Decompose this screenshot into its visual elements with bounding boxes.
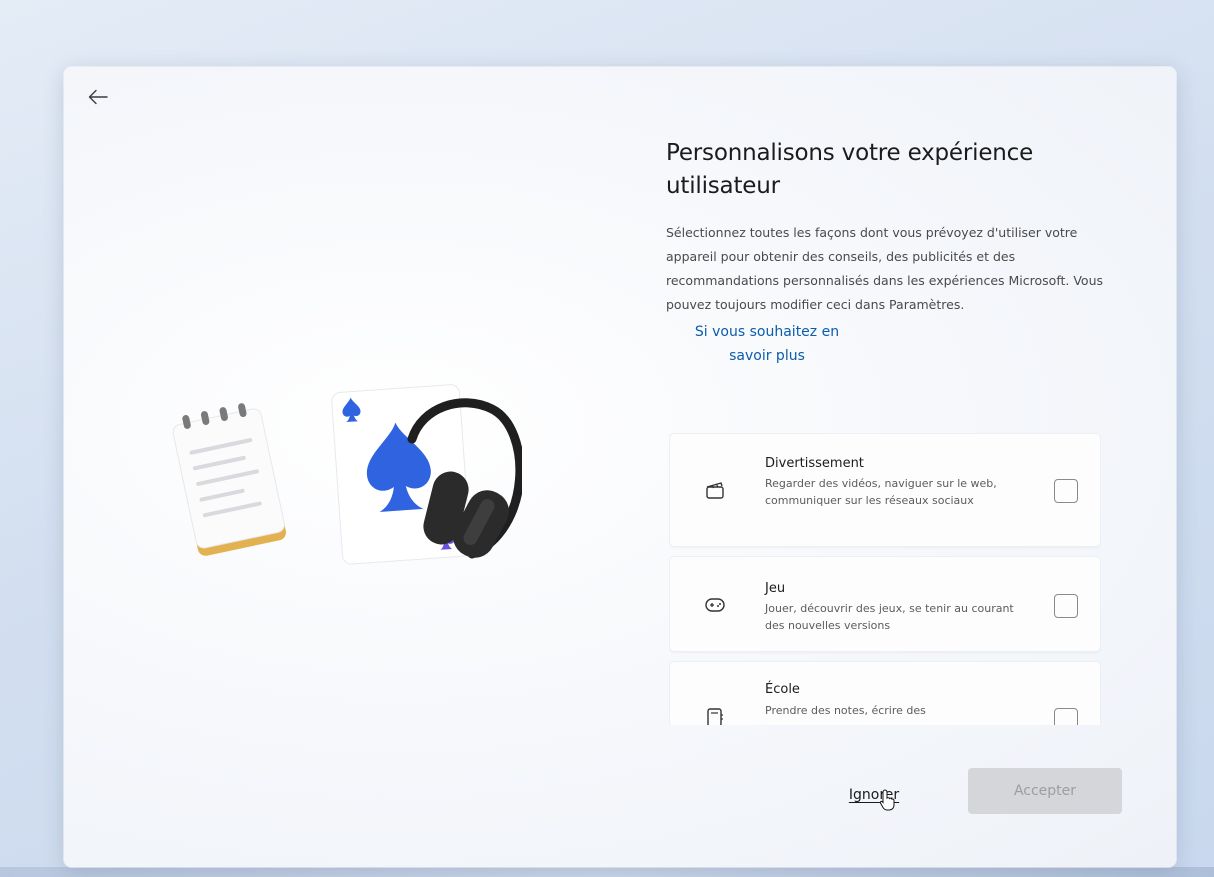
learn-more-link[interactable]: Si vous souhaitez en savoir plus [682, 320, 852, 368]
gamepad-icon [705, 598, 725, 612]
options-list[interactable]: Divertissement Regarder des vidéos, navi… [669, 433, 1101, 725]
page-title: Personnalisons votre expérience utilisat… [666, 140, 1034, 199]
accept-button[interactable]: Accepter [968, 768, 1122, 814]
arrow-left-icon [88, 89, 108, 105]
illustration [172, 384, 522, 565]
option-checkbox-gaming[interactable] [1054, 594, 1078, 618]
page-description: Sélectionnez toutes les façons dont vous… [666, 225, 1104, 312]
content-panel: Personnalisons votre expérience utilisat… [666, 137, 1136, 368]
skip-button[interactable]: Ignorer [834, 781, 914, 809]
notepad-icon [172, 403, 287, 556]
option-description: Prendre des notes, écrire des [765, 704, 926, 717]
option-description: Regarder des vidéos, naviguer sur le web… [765, 477, 997, 507]
desktop-background-strip [0, 867, 1214, 877]
option-title: École [765, 682, 800, 697]
option-description: Jouer, découvrir des jeux, se tenir au c… [765, 602, 1014, 632]
oobe-window: Personnalisons votre expérience utilisat… [64, 67, 1176, 867]
option-checkbox-entertainment[interactable] [1054, 479, 1078, 503]
option-checkbox-school[interactable] [1054, 708, 1078, 725]
mouse-pointer-icon [879, 789, 895, 811]
clapperboard-icon [706, 482, 724, 499]
back-button[interactable] [82, 81, 114, 113]
option-title: Divertissement [765, 456, 864, 471]
option-title: Jeu [765, 581, 786, 596]
option-card-gaming[interactable]: Jeu Jouer, découvrir des jeux, se tenir … [669, 556, 1101, 652]
option-card-school[interactable]: École Prendre des notes, écrire des [669, 661, 1101, 725]
option-card-entertainment[interactable]: Divertissement Regarder des vidéos, navi… [669, 433, 1101, 547]
notebook-icon [707, 708, 723, 725]
